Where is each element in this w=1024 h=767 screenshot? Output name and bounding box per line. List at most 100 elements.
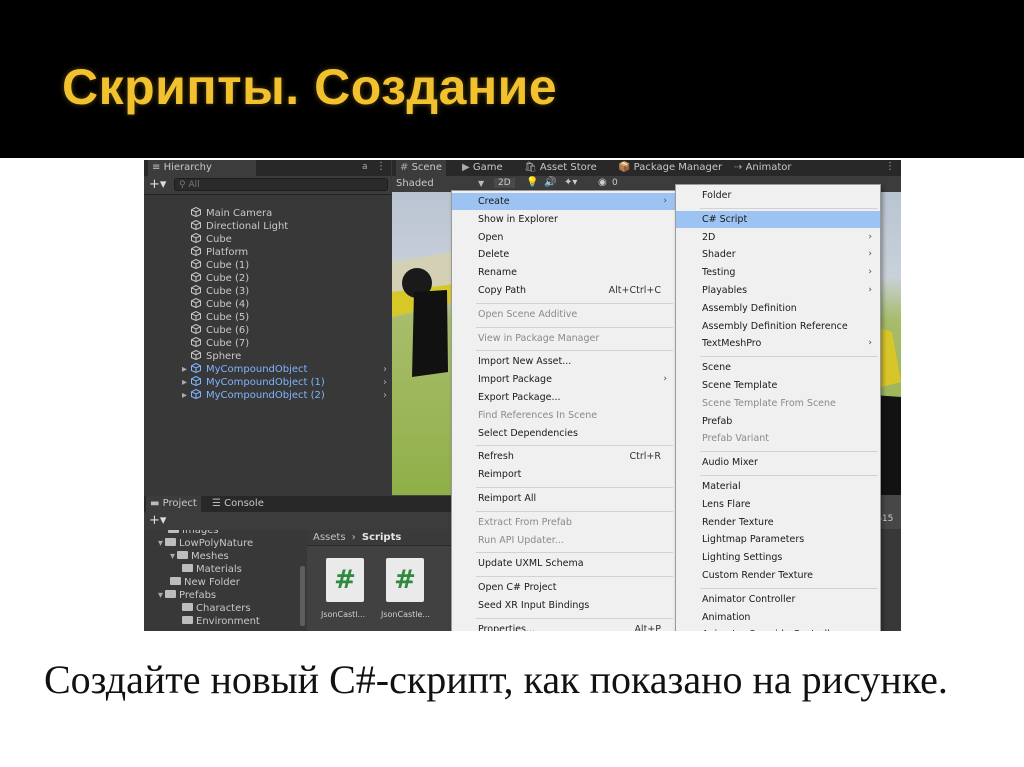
menu-item-textmeshpro[interactable]: TextMeshPro › <box>676 335 880 352</box>
add-object-button[interactable]: +▾ <box>149 177 166 192</box>
hierarchy-item[interactable]: Cube (1) <box>144 259 391 272</box>
chevron-right-icon[interactable]: › <box>383 389 387 402</box>
folder-item[interactable]: ▾ LowPolyNature <box>158 537 253 550</box>
menu-item-2d[interactable]: 2D › <box>676 229 880 246</box>
tab-asset-store[interactable]: 🛍 Asset Store <box>520 160 601 176</box>
hierarchy-item[interactable]: Directional Light <box>144 220 391 233</box>
menu-item-copy-path[interactable]: Copy Path Alt+Ctrl+C <box>452 282 675 299</box>
menu-item-seed-xr-input-bindings[interactable]: Seed XR Input Bindings <box>452 597 675 614</box>
menu-item-select-dependencies[interactable]: Select Dependencies <box>452 425 675 442</box>
menu-item-assembly-definition-reference[interactable]: Assembly Definition Reference <box>676 318 880 335</box>
menu-item-lightmap-parameters[interactable]: Lightmap Parameters <box>676 531 880 548</box>
breadcrumb-separator: › <box>351 532 356 543</box>
hierarchy-item[interactable]: Sphere <box>144 350 391 363</box>
menu-item-scene-template[interactable]: Scene Template <box>676 377 880 394</box>
tab-package-manager[interactable]: 📦 Package Manager <box>614 160 726 176</box>
expand-arrow-icon[interactable]: ▾ <box>158 538 163 549</box>
csharp-file-icon[interactable]: # <box>326 558 364 602</box>
more-options-icon[interactable]: ⋮ <box>885 161 895 172</box>
menu-item-prefab[interactable]: Prefab <box>676 413 880 430</box>
tab-project[interactable]: ▬ Project <box>146 496 201 512</box>
prefab-item[interactable]: ▸ MyCompoundObject › <box>144 363 391 376</box>
menu-item-import-new-asset[interactable]: Import New Asset... <box>452 353 675 370</box>
expand-arrow-icon[interactable]: ▾ <box>170 551 175 562</box>
hierarchy-search-input[interactable]: ⚲ All <box>174 178 388 191</box>
hierarchy-item[interactable]: Platform <box>144 246 391 259</box>
tab-scene[interactable]: # Scene <box>396 160 447 176</box>
hierarchy-item[interactable]: Cube (4) <box>144 298 391 311</box>
csharp-file-icon[interactable]: # <box>386 558 424 602</box>
folder-item[interactable]: ▾ Meshes <box>170 550 229 563</box>
lighting-icon[interactable]: 💡 <box>526 177 538 188</box>
prefab-item[interactable]: ▸ MyCompoundObject (1) › <box>144 376 391 389</box>
hierarchy-item[interactable]: Cube <box>144 233 391 246</box>
menu-item-lighting-settings[interactable]: Lighting Settings <box>676 549 880 566</box>
menu-item-animator-override-controller[interactable]: Animator Override Controller <box>676 626 880 631</box>
menu-item-open-c-project[interactable]: Open C# Project <box>452 579 675 596</box>
menu-item-create[interactable]: Create › <box>452 193 675 210</box>
chevron-right-icon[interactable]: › <box>383 376 387 389</box>
menu-item-audio-mixer[interactable]: Audio Mixer <box>676 454 880 471</box>
menu-item-render-texture[interactable]: Render Texture <box>676 514 880 531</box>
menu-item-shader[interactable]: Shader › <box>676 246 880 263</box>
breadcrumb-scripts[interactable]: Scripts <box>362 532 401 543</box>
shading-mode-dropdown[interactable]: Shaded <box>396 178 434 189</box>
menu-item-animator-controller[interactable]: Animator Controller <box>676 591 880 608</box>
menu-item-lens-flare[interactable]: Lens Flare <box>676 496 880 513</box>
hierarchy-item[interactable]: Cube (7) <box>144 337 391 350</box>
folder-item[interactable]: Characters <box>182 602 251 615</box>
menu-item-open[interactable]: Open <box>452 229 675 246</box>
folder-tree-scrollbar[interactable] <box>300 566 305 626</box>
more-options-icon[interactable]: ⋮ <box>376 161 386 172</box>
expand-arrow-icon[interactable]: ▸ <box>182 363 187 376</box>
effects-icon[interactable]: ✦▾ <box>564 177 577 188</box>
tab-animator[interactable]: ⇢ Animator <box>730 160 796 176</box>
lock-icon[interactable]: a <box>362 162 368 172</box>
slide-caption: Создайте новый C#-скрипт, как показано н… <box>44 657 948 702</box>
menu-item-update-uxml-schema[interactable]: Update UXML Schema <box>452 555 675 572</box>
folder-item[interactable]: Environment <box>182 615 260 628</box>
menu-item-delete[interactable]: Delete <box>452 246 675 263</box>
folder-item[interactable]: Materials <box>182 563 242 576</box>
folder-item[interactable]: New Folder <box>170 576 240 589</box>
tab-console[interactable]: ☰ Console <box>208 496 268 512</box>
hierarchy-item[interactable]: Main Camera <box>144 207 391 220</box>
menu-item-material[interactable]: Material <box>676 478 880 495</box>
chevron-right-icon[interactable]: › <box>383 363 387 376</box>
menu-separator <box>476 487 673 488</box>
menu-item-import-package[interactable]: Import Package › <box>452 371 675 388</box>
hierarchy-item[interactable]: Cube (5) <box>144 311 391 324</box>
menu-item-assembly-definition[interactable]: Assembly Definition <box>676 300 880 317</box>
menu-item-scene[interactable]: Scene <box>676 359 880 376</box>
menu-item-show-in-explorer[interactable]: Show in Explorer <box>452 211 675 228</box>
menu-item-custom-render-texture[interactable]: Custom Render Texture <box>676 567 880 584</box>
menu-item-c-script[interactable]: C# Script <box>676 210 880 228</box>
folder-item[interactable]: Images <box>168 530 219 537</box>
expand-arrow-icon[interactable]: ▾ <box>158 590 163 601</box>
menu-item-reimport[interactable]: Reimport <box>452 466 675 483</box>
tab-hierarchy[interactable]: ≡ Hierarchy <box>148 160 256 176</box>
folder-item[interactable]: ▾ Prefabs <box>158 589 216 602</box>
folder-icon <box>170 577 181 585</box>
menu-item-animation[interactable]: Animation <box>676 609 880 626</box>
menu-item-export-package[interactable]: Export Package... <box>452 389 675 406</box>
visibility-icon[interactable]: ◉ <box>598 177 607 188</box>
hierarchy-item[interactable]: Cube (3) <box>144 285 391 298</box>
tab-game[interactable]: ▶ Game <box>458 160 507 176</box>
audio-icon[interactable]: 🔊 <box>544 177 556 188</box>
menu-item-rename[interactable]: Rename <box>452 264 675 281</box>
menu-item-playables[interactable]: Playables › <box>676 282 880 299</box>
create-asset-button[interactable]: +▾ <box>149 513 166 528</box>
menu-item-folder[interactable]: Folder <box>676 187 880 204</box>
prefab-item[interactable]: ▸ MyCompoundObject (2) › <box>144 389 391 402</box>
hierarchy-item[interactable]: Cube (6) <box>144 324 391 337</box>
menu-item-properties[interactable]: Properties... Alt+P <box>452 621 675 631</box>
expand-arrow-icon[interactable]: ▸ <box>182 376 187 389</box>
expand-arrow-icon[interactable]: ▸ <box>182 389 187 402</box>
breadcrumb-assets[interactable]: Assets <box>313 532 346 543</box>
menu-item-reimport-all[interactable]: Reimport All <box>452 490 675 507</box>
hierarchy-item[interactable]: Cube (2) <box>144 272 391 285</box>
menu-item-testing[interactable]: Testing › <box>676 264 880 281</box>
toggle-2d-button[interactable]: 2D <box>494 178 515 188</box>
menu-item-refresh[interactable]: Refresh Ctrl+R <box>452 448 675 465</box>
